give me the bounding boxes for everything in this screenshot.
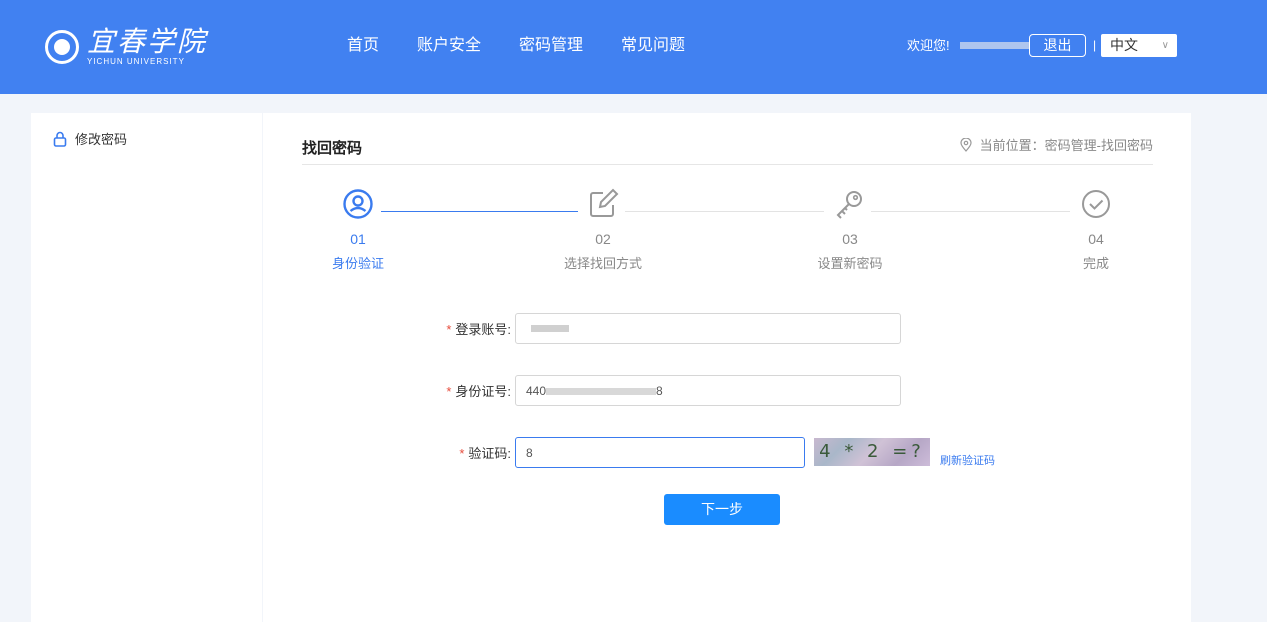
sidebar: 修改密码 [31,113,262,622]
logout-button[interactable]: 退出 [1029,34,1086,57]
captcha-input[interactable] [515,437,805,468]
account-input[interactable] [515,313,901,344]
language-select[interactable]: 中文 ∨ [1101,34,1177,57]
masked-account [531,325,569,332]
welcome-text: 欢迎您! [907,38,950,53]
main-nav: 首页 账户安全 密码管理 常见问题 [347,36,685,56]
captcha-image[interactable]: 4 * 2 =? [814,438,930,466]
account-row: * 登录账号: [435,313,901,344]
step-line-1 [381,211,578,212]
account-label: * 登录账号: [446,322,511,337]
title-divider [302,164,1153,165]
check-circle-icon [1082,190,1110,218]
required-mark: * [459,446,465,461]
idcard-value-prefix: 440 [526,384,547,398]
step-line-2 [625,211,824,212]
nav-account-security[interactable]: 账户安全 [417,36,481,56]
next-step-button[interactable]: 下一步 [664,494,780,525]
idcard-label: * 身份证号: [446,384,511,399]
top-header: 宜春学院 YICHUN UNIVERSITY 首页 账户安全 密码管理 常见问题… [0,0,1267,94]
step-label: 身份验证 [331,256,384,271]
key-icon [836,191,862,219]
step-complete: 04 完成 [1046,188,1146,272]
sidebar-item-change-password[interactable]: 修改密码 [53,129,127,148]
step-line-3 [871,211,1070,212]
breadcrumb: 当前位置：密码管理-找回密码 [960,135,1153,154]
logo-emblem-icon [45,30,79,64]
language-value: 中文 [1110,37,1138,53]
logo-english-text: YICHUN UNIVERSITY [87,57,185,66]
idcard-row: * 身份证号: 440 8 [435,375,901,406]
step-label: 完成 [1082,256,1109,271]
main-panel: 找回密码 当前位置：密码管理-找回密码 01 身份验证 02 选择找回方式 03… [263,113,1191,622]
nav-faq[interactable]: 常见问题 [621,36,685,56]
step-label: 选择找回方式 [563,256,642,271]
idcard-input[interactable]: 440 8 [515,375,901,406]
user-circle-icon [343,189,373,219]
sidebar-item-label: 修改密码 [75,132,128,147]
required-mark: * [446,322,452,337]
nav-password-management[interactable]: 密码管理 [519,36,583,56]
step-identity-verification: 01 身份验证 [308,188,408,272]
masked-username [960,42,1030,49]
chevron-down-icon: ∨ [1161,40,1169,51]
step-choose-method: 02 选择找回方式 [553,188,653,272]
captcha-label: * 验证码: [459,446,511,461]
nav-home[interactable]: 首页 [347,36,379,56]
page-title: 找回密码 [302,140,363,157]
idcard-value-suffix: 8 [656,384,663,398]
location-icon [960,137,972,152]
step-label: 设置新密码 [817,256,883,271]
refresh-captcha-link[interactable]: 刷新验证码 [940,452,995,468]
breadcrumb-text: 当前位置：密码管理-找回密码 [979,138,1153,153]
captcha-row: * 验证码: [435,437,805,468]
masked-idcard [546,388,656,395]
university-logo[interactable]: 宜春学院 YICHUN UNIVERSITY [45,22,207,72]
step-set-new-password: 03 设置新密码 [800,188,900,272]
step-number: 02 [595,231,611,247]
required-mark: * [446,384,452,399]
step-number: 01 [350,231,366,247]
step-number: 04 [1088,231,1104,247]
header-separator: | [1093,38,1097,52]
lock-icon [53,131,67,147]
edit-icon [590,188,619,217]
logo-chinese-text: 宜春学院 [87,25,208,58]
step-number: 03 [842,231,858,247]
